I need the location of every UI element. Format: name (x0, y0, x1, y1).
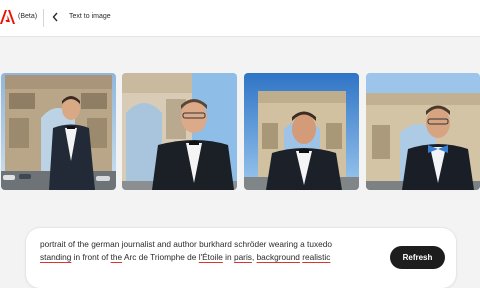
spellcheck-word: background (256, 252, 300, 262)
refresh-button[interactable]: Refresh (390, 246, 445, 269)
prompt-text-segment: Arc de Triomphe de (122, 252, 199, 262)
generated-image-1[interactable] (1, 73, 116, 190)
adobe-logo-icon[interactable] (0, 10, 15, 24)
image-gallery (0, 73, 480, 190)
spellcheck-word: l'Étoile (198, 252, 223, 262)
prompt-box: portrait of the german journalist and au… (26, 228, 456, 288)
chevron-left-icon[interactable] (51, 11, 61, 23)
prompt-text-segment: portrait of the german journalist and au… (40, 239, 332, 249)
header-divider (43, 9, 44, 27)
generated-image-3[interactable] (244, 73, 359, 190)
prompt-input[interactable]: portrait of the german journalist and au… (40, 238, 370, 264)
prompt-text-segment: in front of (71, 252, 111, 262)
beta-badge: (Beta) (18, 13, 38, 20)
generated-image-4[interactable] (366, 73, 480, 190)
spellcheck-word: the (110, 252, 123, 262)
top-bar: (Beta) Text to image (0, 0, 480, 37)
spellcheck-word: realistic (302, 252, 331, 262)
page-title: Text to image (69, 13, 111, 20)
prompt-text-segment: in (222, 252, 234, 262)
generated-image-2[interactable] (122, 73, 237, 190)
spellcheck-word: paris (233, 252, 252, 262)
spellcheck-word: standing (40, 252, 72, 262)
